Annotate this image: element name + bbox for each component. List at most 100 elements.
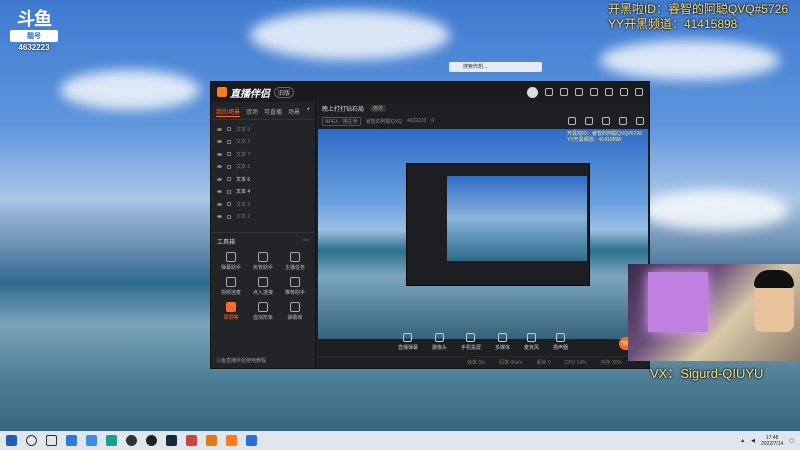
tab-my-scenes[interactable]: 我的场景: [216, 107, 241, 117]
source-tool-icon: [498, 333, 507, 342]
lock-icon[interactable]: [227, 152, 231, 157]
douyu-app-icon[interactable]: [226, 435, 237, 446]
tool-label: 房管助手: [252, 265, 273, 271]
app-icon-1[interactable]: [66, 435, 77, 446]
scene-item[interactable]: 文本 3: [217, 198, 309, 211]
scene-list: 文本 5 文本 2 文本 7 文本 1 文本 6 文本 4 文本 3 文本 2: [211, 120, 315, 226]
user-avatar[interactable]: [527, 86, 538, 98]
room-id: 4632223: [406, 118, 427, 124]
steam-icon[interactable]: [166, 435, 177, 446]
menu-icon[interactable]: [590, 88, 598, 96]
network-icon[interactable]: ▲: [740, 438, 745, 444]
source-tool-button[interactable]: 摄像头: [432, 333, 447, 351]
lock-icon[interactable]: [227, 139, 231, 144]
lock-icon[interactable]: [227, 127, 231, 132]
source-tool-button[interactable]: 手机投屏: [461, 333, 481, 351]
visibility-icon[interactable]: [217, 127, 222, 131]
source-tool-button[interactable]: 直播弹幕: [398, 333, 418, 351]
obs-icon[interactable]: [146, 435, 157, 446]
scene-item[interactable]: 文本 1: [217, 161, 309, 174]
tutorial-link[interactable]: 斗鱼直播伴侣使用教程: [216, 357, 266, 364]
layout-icon[interactable]: [568, 117, 576, 125]
task-view-icon[interactable]: [46, 435, 57, 446]
toolbox-item[interactable]: 点入连接: [247, 277, 279, 296]
source-tool-button[interactable]: 多媒体: [495, 333, 510, 351]
toolbox-item[interactable]: 虚拟形象: [247, 302, 279, 321]
scene-sidebar: 我的场景 双场 可直播 场景 + 文本 5 文本 2 文本 7 文本 1 文本 6 文本 …: [211, 102, 316, 368]
tab-dual[interactable]: 双场: [246, 107, 258, 117]
maximize-icon[interactable]: [620, 88, 628, 96]
titlebar-actions: [527, 86, 643, 98]
toolbox-item[interactable]: 推荐助手: [279, 277, 311, 296]
toolbox-item[interactable]: 主播任务: [279, 252, 311, 271]
search-icon[interactable]: [26, 435, 37, 446]
minimize-icon[interactable]: [605, 88, 613, 96]
scene-item[interactable]: 文本 4: [217, 186, 309, 199]
lock-icon[interactable]: [227, 164, 231, 169]
visibility-icon[interactable]: [217, 190, 222, 194]
tool-icon: [290, 302, 300, 312]
visibility-icon[interactable]: [217, 177, 222, 181]
app-icon-2[interactable]: [86, 435, 97, 446]
preview-overlay-text: 开黑啦ID：睿智的阿聪QVQ#5726 YY开黑频道：41415898: [567, 131, 642, 143]
clock[interactable]: 17:48 2022/7/14: [761, 435, 783, 447]
message-icon[interactable]: [545, 88, 553, 96]
cloud: [600, 40, 780, 80]
edit-room-button[interactable]: 修改: [370, 105, 387, 112]
scene-item[interactable]: 文本 7: [217, 148, 309, 161]
visibility-icon[interactable]: [217, 152, 222, 156]
app-icon-3[interactable]: [186, 435, 197, 446]
scene-item[interactable]: 文本 6: [217, 173, 309, 186]
visibility-icon[interactable]: [217, 140, 222, 144]
grid-icon[interactable]: [602, 117, 610, 125]
toolbox-more-icon[interactable]: ⋯: [303, 237, 309, 246]
wechat-contact: VX：Sigurd-QIUYU: [650, 366, 764, 381]
scene-item[interactable]: 文本 5: [217, 123, 309, 136]
scene-item[interactable]: 文本 2: [217, 136, 309, 149]
toolbox-item[interactable]: 弹幕助手: [215, 252, 247, 271]
room-title: 晚上打打钻石局: [322, 107, 365, 113]
edge-icon[interactable]: [106, 435, 117, 446]
floating-search-bar[interactable]: 搜索你想...: [449, 62, 542, 72]
lock-icon[interactable]: [227, 214, 231, 219]
visibility-icon[interactable]: [217, 215, 222, 219]
source-tool-button[interactable]: 扬声器: [553, 333, 568, 351]
source-tool-button[interactable]: 麦克风: [524, 333, 539, 351]
chrome-icon[interactable]: [126, 435, 137, 446]
gift-icon[interactable]: [560, 88, 568, 96]
stream-preview[interactable]: 开黑啦ID：睿智的阿聪QVQ#5726 YY开黑频道：41415898: [318, 129, 648, 339]
tab-scenes[interactable]: 场景: [288, 107, 300, 117]
settings-icon[interactable]: [575, 88, 583, 96]
vip-badge: 靓号: [10, 30, 58, 42]
windows-start-icon[interactable]: [6, 435, 17, 446]
app-icon-4[interactable]: [206, 435, 217, 446]
lock-icon[interactable]: [227, 202, 231, 207]
visibility-icon[interactable]: [217, 165, 222, 169]
tab-live[interactable]: 可直播: [264, 107, 282, 117]
stream-overlay-info: 开黑啦ID：睿智的阿聪QVQ#5726 YY开黑频道：41415898: [608, 2, 788, 32]
lock-icon[interactable]: [227, 177, 231, 182]
toolbox-item[interactable]: 视频连麦: [215, 277, 247, 296]
share-icon[interactable]: [619, 117, 627, 125]
lock-icon[interactable]: [585, 117, 593, 125]
app-icon-5[interactable]: [246, 435, 257, 446]
tool-label: 点入连接: [252, 290, 273, 296]
version-switch-button[interactable]: 旧版: [274, 86, 295, 98]
status-item: CPU 14%: [564, 359, 587, 366]
notification-icon[interactable]: ▢: [789, 438, 794, 444]
status-item: 丢帧 0: [536, 360, 551, 366]
category-chip[interactable]: APEX · 格在参: [322, 116, 361, 126]
add-tab-button[interactable]: +: [306, 107, 310, 117]
close-icon[interactable]: [635, 88, 643, 96]
lock-icon[interactable]: [227, 189, 231, 194]
visibility-icon[interactable]: [217, 202, 222, 206]
scene-item[interactable]: 文本 2: [217, 211, 309, 224]
toolbox-item[interactable]: 录屏等: [215, 302, 247, 321]
toolbox-item[interactable]: 房管助手: [247, 252, 279, 271]
volume-icon[interactable]: ◀: [751, 438, 755, 444]
toolbox-item[interactable]: 弹幕库: [279, 302, 311, 321]
tool-icon: [290, 277, 300, 287]
tool-icon: [290, 252, 300, 262]
bell-icon[interactable]: [636, 117, 644, 125]
toolbox-grid: 弹幕助手 房管助手 主播任务视频连麦 点入连接 推荐助手录屏等 虚拟形象 弹幕库: [211, 250, 315, 323]
